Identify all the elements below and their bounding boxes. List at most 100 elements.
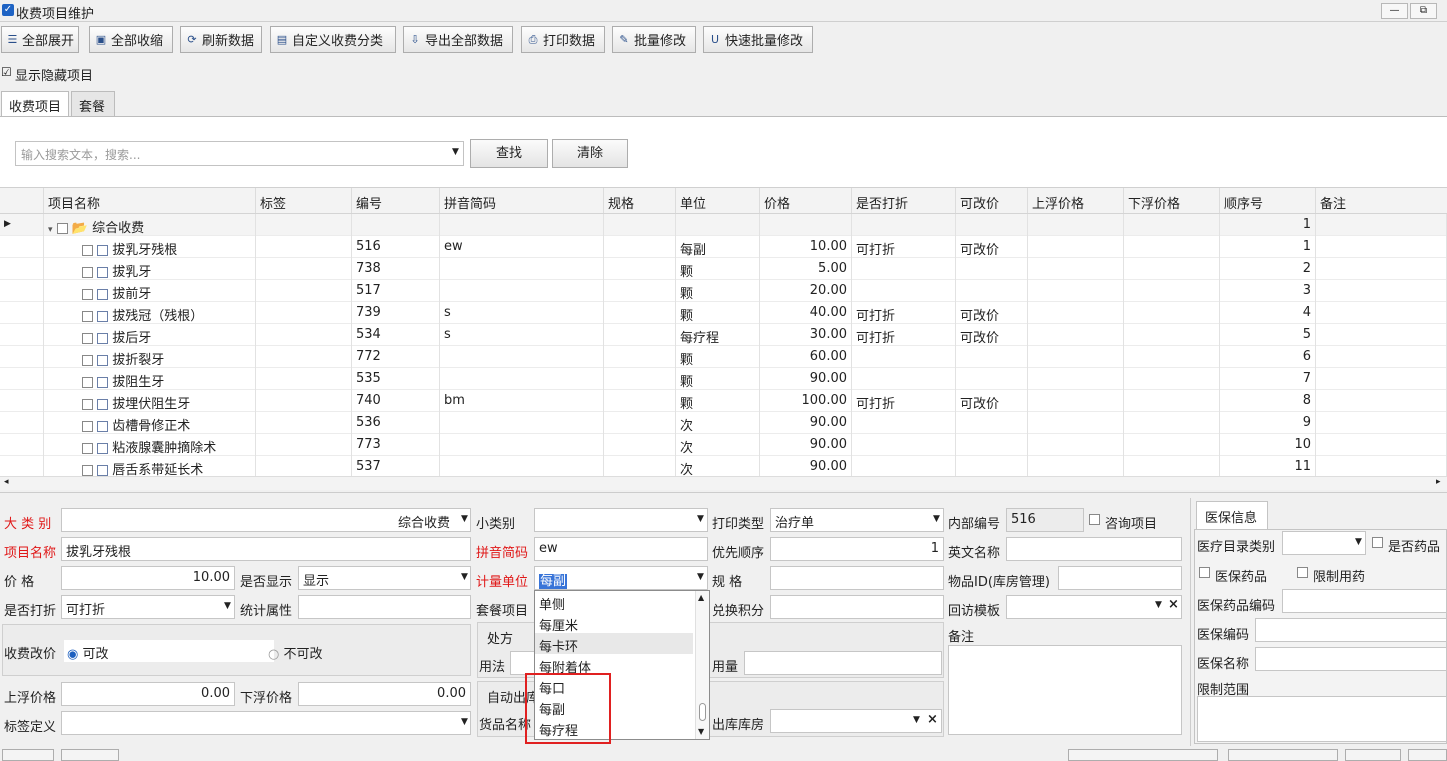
goods-id-input[interactable] [1058, 566, 1182, 590]
table-row[interactable]: 拔阻生牙 535 颗 90.00 7 [0, 368, 1447, 390]
quick-batch-edit-button[interactable]: U 快速批量修改 [703, 26, 813, 53]
stat-input[interactable] [298, 595, 471, 619]
up-price-input[interactable]: 0.00 [61, 682, 235, 706]
down-price-input[interactable]: 0.00 [298, 682, 471, 706]
column-header[interactable]: 拼音简码 [440, 188, 604, 213]
minimize-button[interactable]: — [1381, 3, 1408, 19]
column-header[interactable]: 单位 [676, 188, 760, 213]
english-name-input[interactable] [1006, 537, 1182, 561]
collapse-arrow-icon[interactable]: ▾ [48, 225, 53, 235]
table-row[interactable]: 拔后牙 534 s 每疗程 30.00 可打折 可改价 5 [0, 324, 1447, 346]
bottom-button[interactable] [61, 749, 119, 761]
consult-checkbox[interactable] [1089, 512, 1100, 527]
chevron-down-icon[interactable]: ▼ [461, 514, 468, 524]
column-header[interactable]: 规格 [604, 188, 676, 213]
column-header[interactable]: 备注 [1316, 188, 1447, 213]
chevron-down-icon[interactable]: ▼ [697, 572, 704, 582]
column-header[interactable]: 项目名称 [44, 188, 256, 213]
table-row[interactable]: 拔前牙 517 颗 20.00 3 [0, 280, 1447, 302]
row-checkbox[interactable] [82, 289, 93, 300]
unit-option[interactable]: 每卡环 [535, 633, 693, 655]
refresh-button[interactable]: ⟳ 刷新数据 [180, 26, 262, 53]
catalog-select[interactable] [1282, 531, 1366, 555]
row-checkbox[interactable] [82, 245, 93, 256]
bottom-button[interactable] [1345, 749, 1401, 761]
table-row[interactable]: 唇舌系带延长术 537 次 90.00 11 [0, 456, 1447, 478]
tag-def-select[interactable] [61, 711, 471, 735]
bottom-button[interactable] [2, 749, 54, 761]
restore-button[interactable]: ⧉ [1410, 3, 1437, 19]
table-row[interactable]: 拔折裂牙 772 颗 60.00 6 [0, 346, 1447, 368]
ins-drug-checkbox[interactable] [1199, 565, 1210, 580]
scroll-up-icon[interactable]: ▲ [698, 593, 704, 602]
dosage-input[interactable] [744, 651, 942, 675]
pinyin-input[interactable]: ew [534, 537, 708, 561]
discount-select[interactable]: 可打折 [61, 595, 235, 619]
bottom-button[interactable] [1068, 749, 1218, 761]
chevron-down-icon[interactable]: ▼ [461, 717, 468, 727]
print-type-select[interactable]: 治疗单 [770, 508, 944, 532]
table-row[interactable]: 拔乳牙 738 颗 5.00 2 [0, 258, 1447, 280]
display-select[interactable]: 显示 [298, 566, 471, 590]
row-checkbox[interactable] [82, 267, 93, 278]
chevron-down-icon[interactable]: ▼ [933, 514, 940, 524]
chevron-down-icon[interactable]: ▼ [452, 147, 459, 157]
ins-code-input[interactable] [1255, 618, 1447, 642]
is-drug-checkbox[interactable] [1372, 535, 1383, 550]
export-all-button[interactable]: ⇩ 导出全部数据 [403, 26, 513, 53]
unit-option[interactable]: 单侧 [535, 591, 693, 613]
column-header[interactable]: 可改价 [956, 188, 1028, 213]
row-checkbox[interactable] [82, 443, 93, 454]
chevron-down-icon[interactable]: ▼ [224, 601, 231, 611]
clear-icon[interactable]: × [1168, 597, 1179, 612]
row-checkbox[interactable] [82, 311, 93, 322]
ins-name-input[interactable] [1255, 647, 1447, 671]
column-header[interactable]: 价格 [760, 188, 852, 213]
collapse-all-button[interactable]: ▣ 全部收缩 [89, 26, 173, 53]
modify-no-radio[interactable]: ○ 不可改 [268, 643, 323, 662]
priority-input[interactable]: 1 [770, 537, 944, 561]
tab-insurance[interactable]: 医保信息 [1196, 501, 1268, 529]
points-input[interactable] [770, 595, 944, 619]
print-button[interactable]: ⎙ 打印数据 [521, 26, 605, 53]
column-header[interactable]: 上浮价格 [1028, 188, 1124, 213]
scroll-left-icon[interactable]: ◂ [4, 477, 9, 487]
clear-button[interactable]: 清除 [552, 139, 628, 168]
table-row[interactable]: 拔残冠（残根） 739 s 颗 40.00 可打折 可改价 4 [0, 302, 1447, 324]
column-header[interactable]: 是否打折 [852, 188, 956, 213]
group-row[interactable]: ▶ ▾ 📂 综合收费 1 [0, 214, 1447, 236]
row-checkbox[interactable] [82, 465, 93, 476]
scroll-thumb[interactable] [699, 703, 706, 721]
show-hidden-checkbox[interactable]: ☑ [1, 65, 12, 80]
column-header[interactable]: 顺序号 [1220, 188, 1316, 213]
search-input[interactable]: 输入搜索文本，搜索... [15, 141, 464, 166]
expand-all-button[interactable]: ☰ 全部展开 [1, 26, 79, 53]
clear-icon[interactable]: × [927, 712, 938, 727]
scroll-right-icon[interactable]: ▸ [1436, 477, 1441, 487]
notes-textarea[interactable] [948, 645, 1182, 735]
chevron-down-icon[interactable]: ▼ [1155, 600, 1162, 610]
dropdown-scrollbar[interactable]: ▲ ▼ [695, 591, 709, 739]
tab-package[interactable]: 套餐 [71, 91, 115, 116]
spec-input[interactable] [770, 566, 944, 590]
unit-option[interactable]: 每附着体 [535, 654, 693, 676]
bottom-button[interactable] [1228, 749, 1338, 761]
price-input[interactable]: 10.00 [61, 566, 235, 590]
row-checkbox[interactable] [56, 223, 68, 234]
custom-category-button[interactable]: ▤ 自定义收费分类 [270, 26, 396, 53]
chevron-down-icon[interactable]: ▼ [461, 572, 468, 582]
item-name-input[interactable]: 拔乳牙残根 [61, 537, 471, 561]
drug-code-input[interactable] [1282, 589, 1447, 613]
table-row[interactable]: 拔埋伏阻生牙 740 bm 颗 100.00 可打折 可改价 8 [0, 390, 1447, 412]
scope-textarea[interactable] [1197, 696, 1447, 742]
modify-yes-radio[interactable]: ◉ 可改 [67, 643, 109, 662]
table-row[interactable]: 拔乳牙残根 516 ew 每副 10.00 可打折 可改价 1 [0, 236, 1447, 258]
table-row[interactable]: 粘液腺囊肿摘除术 773 次 90.00 10 [0, 434, 1447, 456]
row-checkbox[interactable] [82, 421, 93, 432]
horizontal-scrollbar[interactable]: ◂ ▸ [0, 476, 1447, 490]
unit-option[interactable]: 每厘米 [535, 612, 693, 634]
unit-select[interactable]: 每副 [534, 566, 708, 590]
row-checkbox[interactable] [82, 333, 93, 344]
tab-charge-items[interactable]: 收费项目 [1, 91, 69, 117]
chevron-down-icon[interactable]: ▼ [913, 715, 920, 725]
